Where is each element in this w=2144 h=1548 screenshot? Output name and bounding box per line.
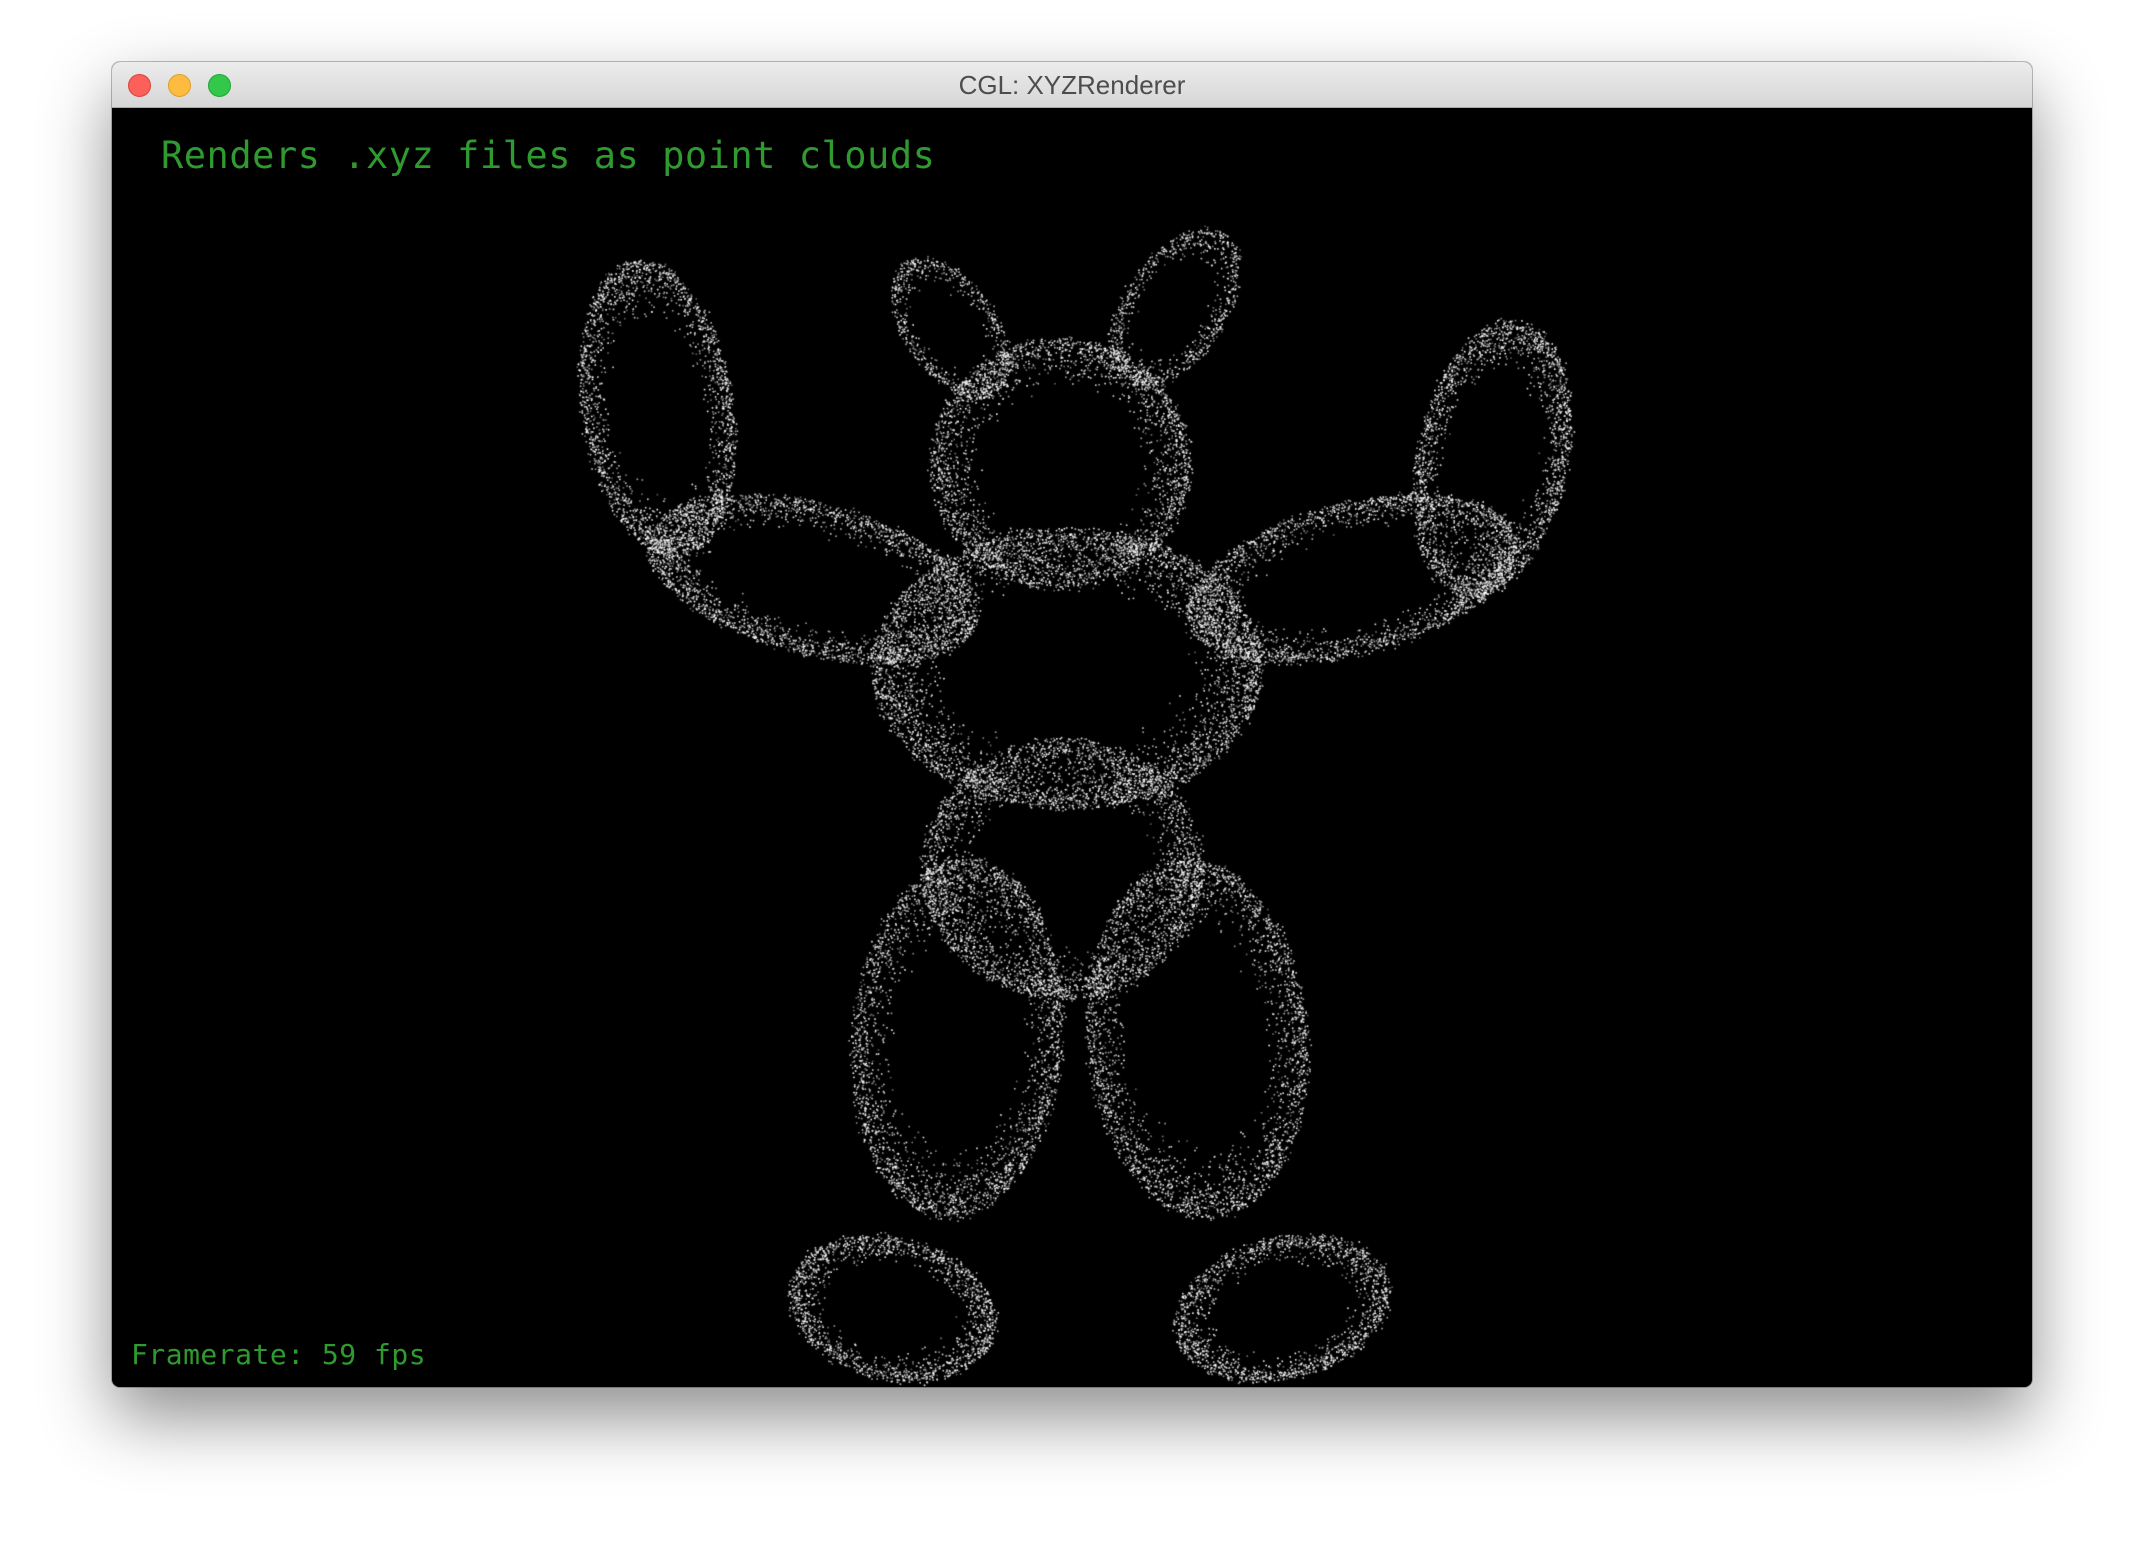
point-cloud-canvas[interactable] xyxy=(112,108,2032,1387)
title-bar[interactable]: CGL: XYZRenderer xyxy=(112,62,2032,108)
framerate-text: Framerate: 59 fps xyxy=(131,1338,427,1371)
render-viewport[interactable]: Renders .xyz files as point clouds Frame… xyxy=(112,108,2032,1387)
app-window: CGL: XYZRenderer Renders .xyz files as p… xyxy=(112,62,2032,1387)
window-title: CGL: XYZRenderer xyxy=(958,70,1186,100)
description-text: Renders .xyz files as point clouds xyxy=(161,134,936,177)
